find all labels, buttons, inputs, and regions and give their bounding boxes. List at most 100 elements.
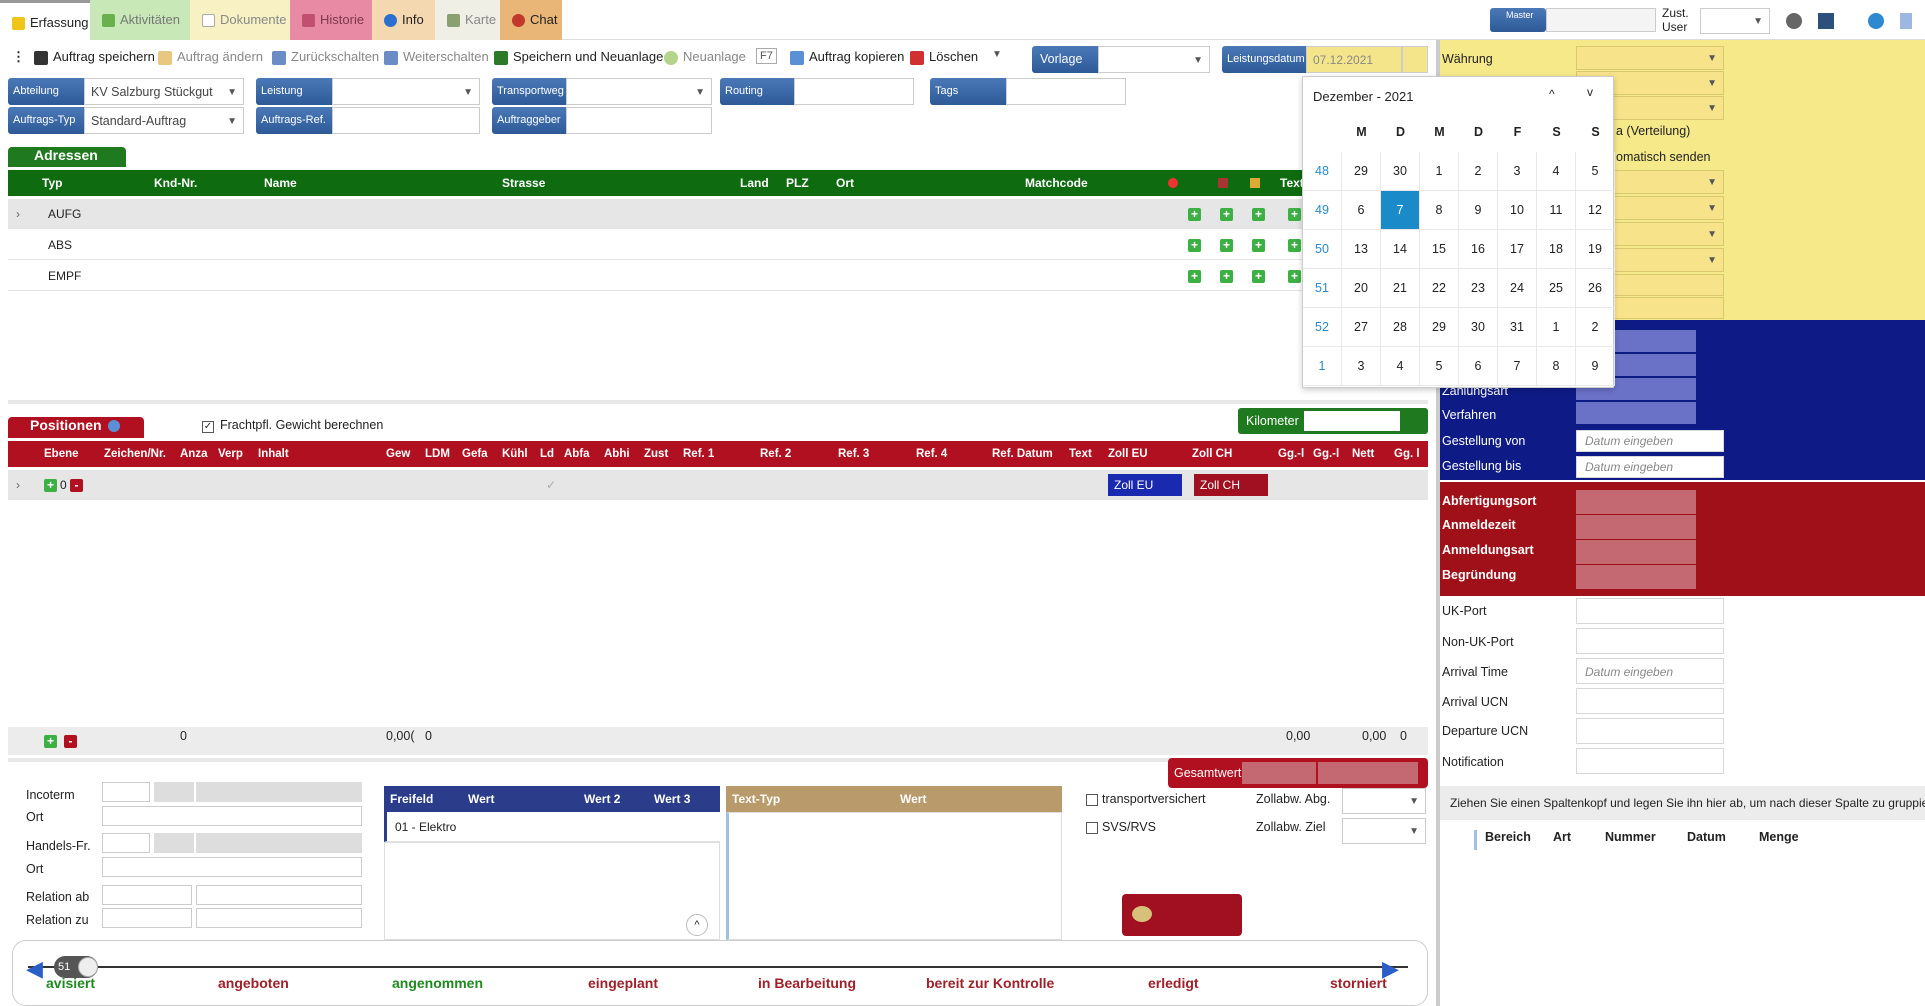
- calendar-day[interactable]: 2: [1576, 308, 1615, 347]
- arrival-time-input[interactable]: Datum eingeben: [1576, 658, 1724, 684]
- forward-button[interactable]: Weiterschalten: [384, 49, 489, 65]
- non-uk-port-input[interactable]: [1576, 628, 1724, 654]
- auftraggeber-input[interactable]: [566, 107, 712, 134]
- add-icon[interactable]: +: [1220, 208, 1233, 221]
- calendar-day[interactable]: 28: [1381, 308, 1420, 347]
- tags-input[interactable]: [1006, 78, 1126, 105]
- vorlage-select[interactable]: ▼: [1098, 46, 1210, 73]
- col-ref2[interactable]: Ref. 2: [760, 441, 791, 467]
- arrival-ucn-input[interactable]: [1576, 688, 1724, 714]
- col-text[interactable]: Text: [1280, 170, 1304, 196]
- splitter[interactable]: [8, 400, 1428, 404]
- gesamtwert-input[interactable]: [1242, 762, 1316, 784]
- waehrung-select[interactable]: ▼: [1576, 46, 1724, 70]
- clipboard-icon[interactable]: [1900, 13, 1912, 29]
- calendar-day[interactable]: 16: [1459, 230, 1498, 269]
- col-gg2[interactable]: Gg.-l: [1313, 441, 1339, 467]
- notification-input[interactable]: [1576, 748, 1724, 774]
- ort-input[interactable]: [102, 806, 362, 826]
- tab-chat[interactable]: Chat: [500, 0, 562, 40]
- chevron-up-icon[interactable]: ^: [686, 914, 708, 936]
- col-text-wert[interactable]: Wert: [900, 786, 926, 812]
- calendar-day[interactable]: 2: [1459, 152, 1498, 191]
- leistungsdatum-input[interactable]: 07.12.2021: [1306, 46, 1402, 73]
- auftragsref-input[interactable]: [332, 107, 480, 134]
- edit-icon[interactable]: [1818, 13, 1834, 29]
- kilometer-input[interactable]: [1304, 411, 1400, 431]
- zollabw-ziel-select[interactable]: ▼: [1342, 818, 1426, 844]
- calendar-day[interactable]: 3: [1498, 152, 1537, 191]
- col-ebene[interactable]: Ebene: [44, 441, 79, 467]
- zoll-eu-field[interactable]: Zoll EU: [1108, 474, 1182, 496]
- new-button[interactable]: Neuanlage: [664, 49, 746, 65]
- col-nett[interactable]: Nett: [1352, 441, 1374, 467]
- calendar-day[interactable]: 12: [1576, 191, 1615, 230]
- status-angenommen[interactable]: angenommen: [392, 975, 483, 991]
- table-row[interactable]: › AUFG + + + +: [8, 199, 1302, 229]
- coins-button[interactable]: [1122, 894, 1242, 936]
- zust-user-select[interactable]: ▼: [1700, 8, 1770, 34]
- col-kndnr[interactable]: Knd-Nr.: [154, 170, 197, 196]
- table-row[interactable]: › + 0 - ✓ Zoll EU Zoll CH: [8, 470, 1428, 500]
- calendar-day[interactable]: 14: [1381, 230, 1420, 269]
- add-icon[interactable]: +: [1288, 239, 1301, 252]
- calendar-day[interactable]: 10: [1498, 191, 1537, 230]
- calendar-day[interactable]: 6: [1459, 347, 1498, 386]
- remove-icon[interactable]: -: [70, 479, 83, 492]
- copy-button[interactable]: Auftrag kopieren: [790, 49, 904, 65]
- relation-ab-desc[interactable]: [196, 885, 362, 905]
- col-zoll-eu[interactable]: Zoll EU: [1108, 441, 1148, 467]
- tab-dokumente[interactable]: Dokumente: [190, 0, 290, 40]
- calendar-day[interactable]: 8: [1537, 347, 1576, 386]
- chevron-down-icon[interactable]: ▼: [992, 49, 1002, 60]
- calendar-day[interactable]: 24: [1498, 269, 1537, 308]
- col-typ[interactable]: Typ: [42, 170, 62, 196]
- calendar-day[interactable]: 6: [1342, 191, 1381, 230]
- col-gg3[interactable]: Gg. l: [1394, 441, 1420, 467]
- add-icon[interactable]: +: [44, 479, 57, 492]
- help-icon[interactable]: [1868, 13, 1884, 29]
- col-wert3[interactable]: Wert 3: [654, 786, 690, 812]
- col-text-typ[interactable]: Text-Typ: [732, 786, 780, 812]
- more-vertical-icon[interactable]: ⋮: [12, 49, 25, 65]
- add-icon[interactable]: +: [1188, 239, 1201, 252]
- chevron-down-icon[interactable]: v: [1587, 85, 1593, 99]
- svs-checkbox[interactable]: SVS/RVS: [1086, 820, 1156, 834]
- col-ref3[interactable]: Ref. 3: [838, 441, 869, 467]
- add-icon[interactable]: +: [1188, 270, 1201, 283]
- calendar-day[interactable]: 22: [1420, 269, 1459, 308]
- col-art[interactable]: Art: [1553, 830, 1571, 844]
- departure-ucn-input[interactable]: [1576, 718, 1724, 744]
- calendar-day[interactable]: 23: [1459, 269, 1498, 308]
- ort2-input[interactable]: [102, 857, 362, 877]
- calendar-day[interactable]: 19: [1576, 230, 1615, 269]
- handelsfr-input[interactable]: [102, 833, 150, 853]
- table-row[interactable]: EMPF + + + +: [8, 261, 1302, 291]
- uk-port-input[interactable]: [1576, 598, 1724, 624]
- abteilung-select[interactable]: KV Salzburg Stückgut ▼: [84, 78, 244, 105]
- routing-input[interactable]: [794, 78, 914, 105]
- calendar-day[interactable]: 27: [1342, 308, 1381, 347]
- calendar-day[interactable]: 15: [1420, 230, 1459, 269]
- add-icon[interactable]: +: [1288, 208, 1301, 221]
- status-in-bearbeitung[interactable]: in Bearbeitung: [758, 975, 856, 991]
- col-abfa[interactable]: Abfa: [564, 441, 590, 467]
- calendar-day[interactable]: 26: [1576, 269, 1615, 308]
- transportversichert-checkbox[interactable]: transportversichert: [1086, 792, 1206, 806]
- begruendung-select[interactable]: [1576, 565, 1696, 589]
- chevron-right-icon[interactable]: ›: [16, 199, 20, 229]
- calendar-day[interactable]: 18: [1537, 230, 1576, 269]
- arrow-left-icon[interactable]: ◀: [26, 956, 43, 982]
- col-zoll-ch[interactable]: Zoll CH: [1192, 441, 1232, 467]
- col-freifeld[interactable]: Freifeld: [390, 786, 433, 812]
- col-ref-datum[interactable]: Ref. Datum: [992, 441, 1053, 467]
- frachtpfl-checkbox[interactable]: ✓ Frachtpfl. Gewicht berechnen: [202, 418, 383, 433]
- col-anzahl[interactable]: Anza: [180, 441, 207, 467]
- relation-zu-input[interactable]: [102, 908, 192, 928]
- col-zeichen[interactable]: Zeichen/Nr.: [104, 441, 166, 467]
- calendar-icon[interactable]: [1402, 46, 1428, 73]
- f7-key-button[interactable]: F7: [756, 48, 777, 64]
- status-bereit[interactable]: bereit zur Kontrolle: [926, 975, 1054, 991]
- calendar-day[interactable]: 17: [1498, 230, 1537, 269]
- save-button[interactable]: Auftrag speichern: [34, 49, 155, 65]
